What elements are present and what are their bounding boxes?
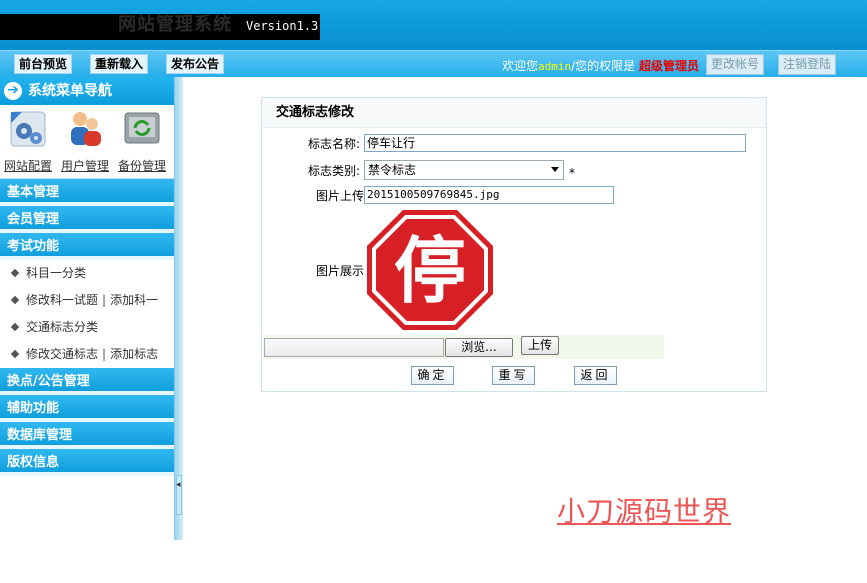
gear-config-icon [8,109,48,149]
quick-backup-manage-label: 备份管理 [117,159,166,173]
sidebar-header: ➔ 系统菜单导航 [0,77,174,105]
sidebar-section-points[interactable]: 换点/公告管理 [0,368,174,395]
quick-backup-manage[interactable]: 备份管理 [114,109,170,174]
quick-user-manage[interactable]: 用户管理 [57,109,113,174]
file-chooser-field[interactable] [264,338,444,357]
welcome-prefix: 欢迎您 [502,59,539,73]
upload-button[interactable]: 上传 [521,336,559,355]
chevron-left-icon: ◂ [176,480,181,490]
add-subject1-link[interactable]: 添加科一 [110,293,158,307]
reload-button[interactable]: 重新载入 [90,54,149,74]
announce-button[interactable]: 发布公告 [166,54,225,74]
quick-user-manage-label: 用户管理 [60,159,109,173]
sidebar-item-traffic-signs: 修改交通标志 | 添加标志 [0,341,174,368]
sidebar-section-exam[interactable]: 考试功能 [0,233,174,260]
chevron-down-icon [551,167,559,172]
top-header: 网站管理系统 Version1.3 [0,0,867,50]
quick-site-config[interactable]: 网站配置 [0,109,56,174]
sidebar-section-db[interactable]: 数据库管理 [0,422,174,449]
image-path-input[interactable]: 2015100509769845.jpg [364,186,614,204]
sign-category-link[interactable]: 交通标志分类 [26,320,98,334]
sidebar-item-subject1-questions: 修改科一试题 | 添加科一 [0,287,174,314]
sidebar-item-sign-category: 交通标志分类 [0,314,174,341]
users-icon [65,109,105,149]
required-mark: * [569,166,575,180]
name-label: 标志名称: [307,137,360,151]
logout-button[interactable]: 注销登陆 [778,54,837,75]
sign-name-input[interactable]: 停车让行 [364,134,746,152]
quick-site-config-label: 网站配置 [3,159,52,173]
quick-links: 网站配置 用户管理 备份管理 [0,105,174,179]
change-account-button[interactable]: 更改帐号 [706,54,765,75]
sidebar-splitter[interactable]: ◂ [175,77,183,540]
sidebar-section-member[interactable]: 会员管理 [0,206,174,233]
type-label: 标志类别: [307,164,360,178]
sidebar-section-copyright[interactable]: 版权信息 [0,449,174,476]
upload-row: 浏览... 上传 [263,335,664,359]
upload-label: 图片上传 [315,189,364,203]
arrow-right-icon: ➔ [4,82,22,100]
sidebar-section-aux[interactable]: 辅助功能 [0,395,174,422]
browse-button[interactable]: 浏览... [445,338,513,357]
username: admin [538,60,572,73]
welcome-text: 欢迎您admin/您的权限是 超级管理员 [502,57,699,74]
display-label: 图片展示 [315,264,364,278]
separator: | [102,347,107,361]
sidebar-section-basic[interactable]: 基本管理 [0,179,174,206]
version-label: Version1.3 [246,19,319,33]
panel-title: 交通标志修改 [262,98,766,128]
backup-icon [122,109,162,149]
sidebar: ➔ 系统菜单导航 网站配置 用户管理 备份管理 基本管理 会员管理 考试功能 科… [0,77,175,540]
separator: | [102,293,107,307]
back-button[interactable]: 返回 [574,366,617,385]
sign-type-select[interactable]: 禁令标志 [364,160,564,180]
sign-type-value: 禁令标志 [368,163,417,177]
sign-character: 停 [394,229,466,313]
preview-button[interactable]: 前台预览 [14,54,73,74]
top-toolbar: 前台预览 重新载入 发布公告 欢迎您admin/您的权限是 超级管理员 更改帐号… [0,50,867,77]
welcome-middle: /您的权限是 [571,59,636,73]
stop-sign-image: 停 [365,208,495,332]
sidebar-item-subject1-category: 科目一分类 [0,260,174,287]
watermark-text: 小刀源码世界 [557,495,732,528]
subject1-category-link[interactable]: 科目一分类 [26,266,86,280]
add-sign-link[interactable]: 添加标志 [110,347,158,361]
sidebar-title: 系统菜单导航 [28,83,112,99]
edit-sign-link[interactable]: 修改交通标志 [26,347,98,361]
site-title-ghost: 网站管理系统 [118,14,232,35]
role-badge: 超级管理员 [639,59,700,73]
confirm-button[interactable]: 确定 [411,366,454,385]
edit-subject1-link[interactable]: 修改科一试题 [26,293,98,307]
reset-button[interactable]: 重写 [492,366,535,385]
